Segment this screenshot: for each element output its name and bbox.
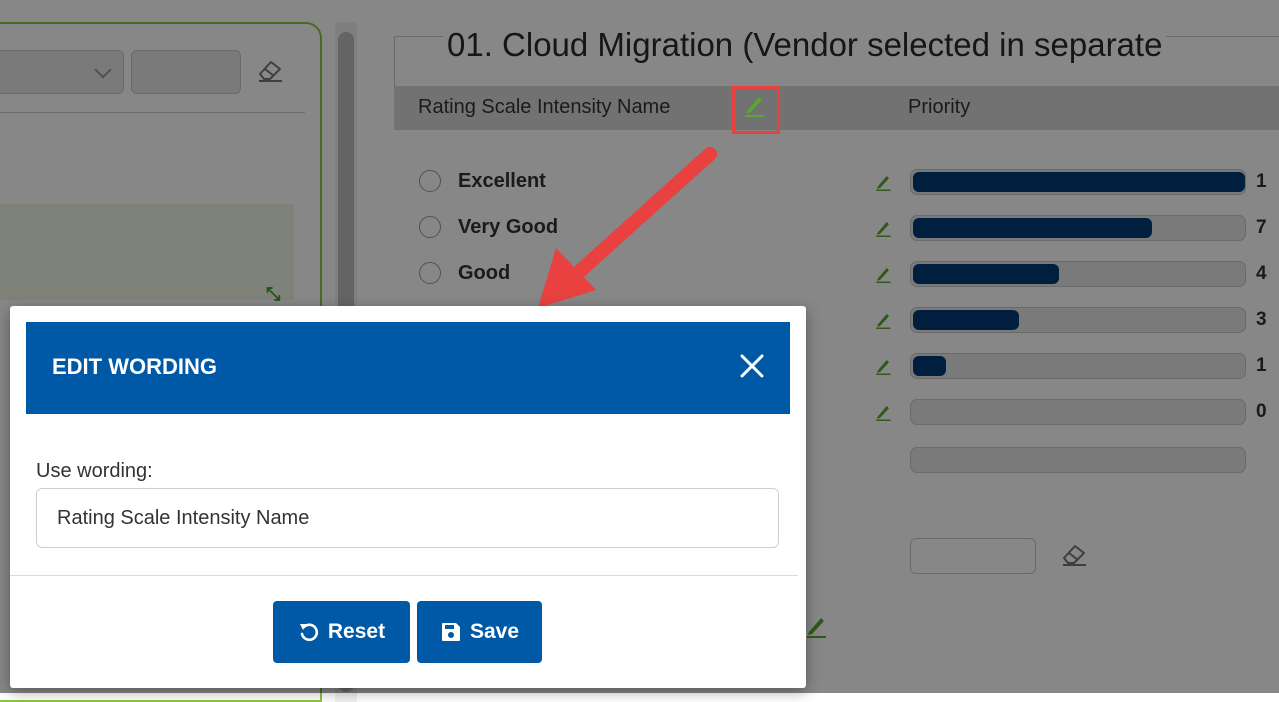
reset-label: Reset <box>327 620 386 643</box>
modal-divider <box>10 575 798 576</box>
pencil-icon[interactable] <box>742 92 766 118</box>
save-button[interactable]: Save <box>417 601 542 663</box>
floppy-disk-icon <box>441 623 460 641</box>
reset-button[interactable]: Reset <box>273 601 410 663</box>
save-label: Save <box>469 620 520 643</box>
close-icon[interactable] <box>730 344 774 388</box>
wording-input[interactable] <box>36 488 779 548</box>
wording-field-label: Use wording: <box>36 460 153 482</box>
annotation-arrow <box>538 147 717 308</box>
undo-icon <box>299 623 318 642</box>
modal-title: EDIT WORDING <box>52 354 217 379</box>
